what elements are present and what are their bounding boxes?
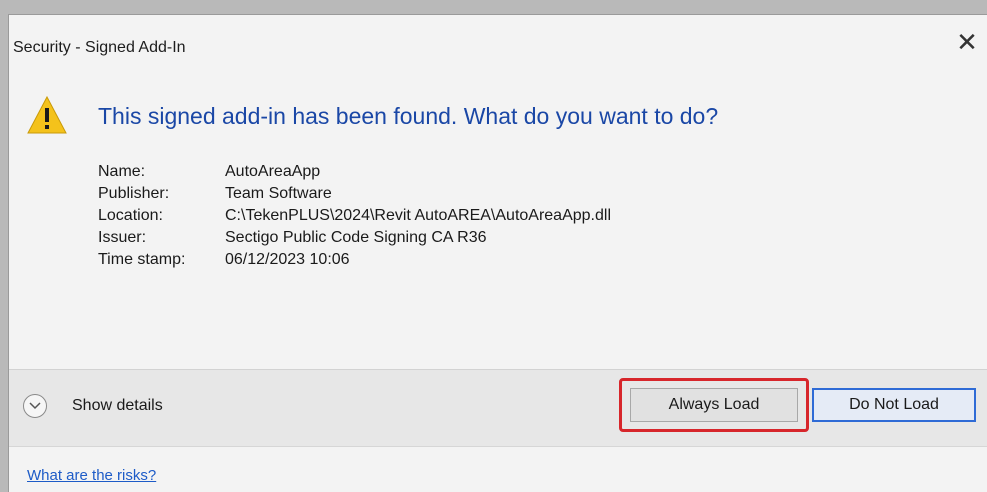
- info-value: Sectigo Public Code Signing CA R36: [225, 229, 487, 246]
- title-bar: Security - Signed Add-In ✕: [9, 15, 987, 71]
- warning-icon: [27, 95, 67, 134]
- close-button[interactable]: ✕: [952, 27, 982, 57]
- window-title: Security - Signed Add-In: [13, 39, 186, 56]
- divider: [9, 446, 987, 447]
- info-row-publisher: Publisher: Team Software: [98, 183, 611, 205]
- always-load-button[interactable]: Always Load: [630, 388, 798, 422]
- info-value: C:\TekenPLUS\2024\Revit AutoAREA\AutoAre…: [225, 207, 611, 224]
- info-value: Team Software: [225, 185, 332, 202]
- info-value: AutoAreaApp: [225, 163, 321, 180]
- info-row-name: Name: AutoAreaApp: [98, 161, 611, 183]
- info-label: Time stamp:: [98, 251, 186, 268]
- info-label: Location:: [98, 207, 163, 224]
- dialog-footer: Show details Always Load Do Not Load: [9, 369, 987, 447]
- info-label: Publisher:: [98, 185, 170, 202]
- info-row-issuer: Issuer: Sectigo Public Code Signing CA R3…: [98, 227, 611, 249]
- close-icon: ✕: [956, 27, 978, 57]
- show-details-toggle[interactable]: Show details: [23, 394, 163, 418]
- info-row-timestamp: Time stamp: 06/12/2023 10:06: [98, 249, 611, 271]
- addin-info-table: Name: AutoAreaApp Publisher: Team Software…: [98, 161, 611, 271]
- info-value: 06/12/2023 10:06: [225, 251, 350, 268]
- info-label: Name:: [98, 163, 146, 180]
- risks-link[interactable]: What are the risks?: [27, 467, 156, 484]
- do-not-load-button[interactable]: Do Not Load: [812, 388, 976, 422]
- info-row-location: Location: C:\TekenPLUS\2024\Revit AutoARE…: [98, 205, 611, 227]
- security-dialog: Security - Signed Add-In ✕ This signed a…: [8, 14, 987, 492]
- dialog-headline: This signed add-in has been found. What …: [98, 103, 719, 129]
- show-details-label: Show details: [72, 397, 163, 414]
- chevron-down-icon: [23, 394, 47, 418]
- info-label: Issuer:: [98, 229, 147, 246]
